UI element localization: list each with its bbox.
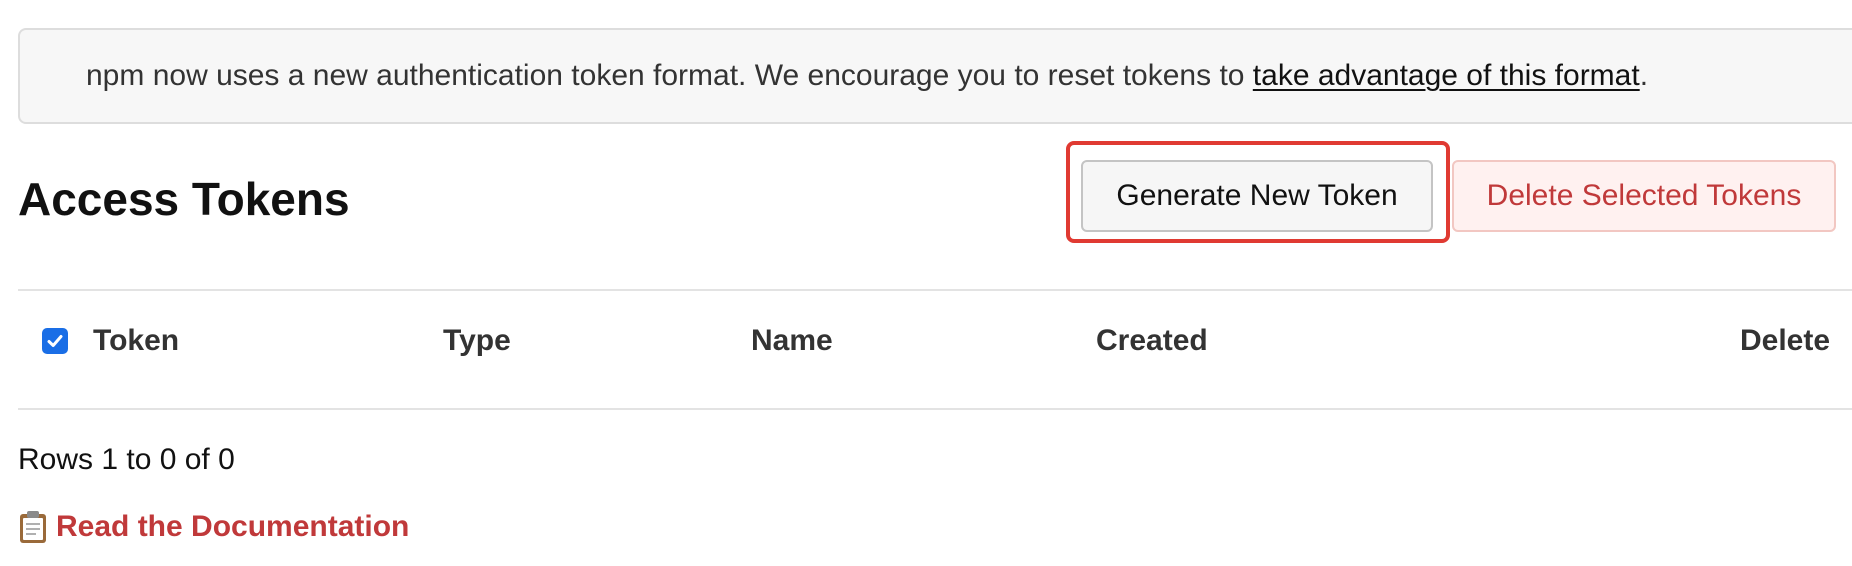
notice-suffix: . [1639, 59, 1649, 92]
table-bottom-divider [18, 408, 1852, 410]
column-header-type[interactable]: Type [443, 326, 511, 356]
select-all-checkbox[interactable] [42, 328, 68, 354]
notice-banner: npm now uses a new authentication token … [18, 28, 1852, 124]
read-documentation-link[interactable]: Read the Documentation [56, 512, 409, 542]
column-header-delete: Delete [1740, 324, 1831, 357]
notice-link[interactable]: take advantage of this format [1253, 59, 1640, 93]
documentation-link-row: Read the Documentation [18, 510, 409, 544]
generate-new-token-button[interactable]: Generate New Token [1081, 160, 1433, 232]
delete-selected-tokens-button[interactable]: Delete Selected Tokens [1452, 160, 1836, 232]
page-title: Access Tokens [18, 173, 350, 225]
notice-text: npm now uses a new authentication token … [86, 59, 1253, 92]
checkmark-icon [47, 335, 63, 347]
column-header-token[interactable]: Token [93, 326, 179, 356]
clipboard-icon [18, 510, 48, 544]
rows-count: Rows 1 to 0 of 0 [18, 443, 235, 476]
column-header-created[interactable]: Created [1096, 326, 1208, 356]
column-header-name[interactable]: Name [751, 326, 833, 356]
table-header: Token Type Name Created Delete [0, 290, 1852, 408]
